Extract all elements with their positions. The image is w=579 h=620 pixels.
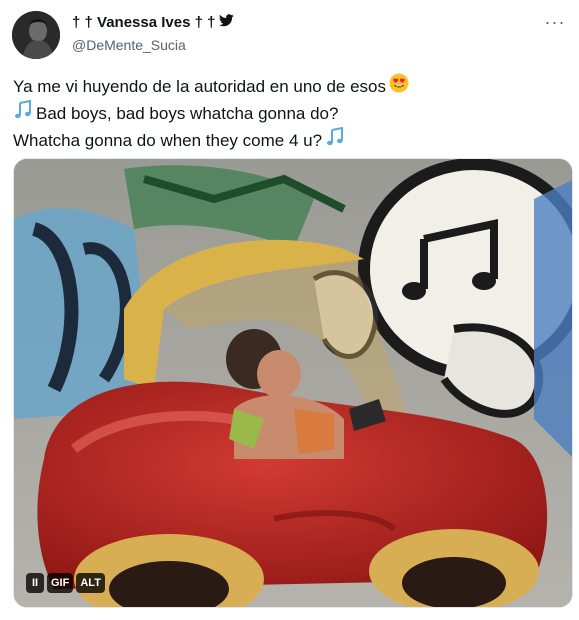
tweet-line-3-text: Whatcha gonna do when they come 4 u? — [13, 131, 323, 150]
twitter-bird-icon — [219, 14, 235, 32]
tweet-text: Ya me vi huyendo de la autoridad en uno … — [13, 73, 563, 154]
tweet-line-2: Bad boys, bad boys whatcha gonna do? — [13, 99, 563, 127]
alt-text-button[interactable]: ALT — [76, 573, 105, 593]
gif-frame — [14, 159, 572, 607]
user-handle[interactable]: @DeMente_Sucia — [72, 36, 234, 54]
display-name[interactable]: † † Vanessa Ives † † — [72, 14, 215, 32]
gif-badge[interactable]: GIF — [47, 573, 74, 593]
avatar[interactable] — [12, 11, 60, 59]
pause-button[interactable]: II — [26, 573, 44, 593]
display-name-row[interactable]: † † Vanessa Ives † † — [72, 14, 235, 32]
tweet-line-1: Ya me vi huyendo de la autoridad en uno … — [13, 73, 563, 100]
musical-notes-icon — [325, 126, 345, 154]
musical-notes-icon — [13, 99, 33, 127]
tweet-line-3: Whatcha gonna do when they come 4 u? — [13, 126, 563, 154]
heart-eyes-emoji — [389, 73, 409, 100]
tweet-card: † † Vanessa Ives † † @DeMente_Sucia ··· … — [0, 0, 579, 620]
author-block: † † Vanessa Ives † † @DeMente_Sucia — [72, 14, 235, 54]
media-controls: II GIF ALT — [26, 573, 105, 593]
tweet-line-2-text: Bad boys, bad boys whatcha gonna do? — [36, 104, 339, 123]
tweet-line-1-text: Ya me vi huyendo de la autoridad en uno … — [13, 77, 387, 96]
more-options-icon[interactable]: ··· — [543, 12, 567, 32]
gif-media[interactable]: II GIF ALT — [13, 158, 573, 608]
